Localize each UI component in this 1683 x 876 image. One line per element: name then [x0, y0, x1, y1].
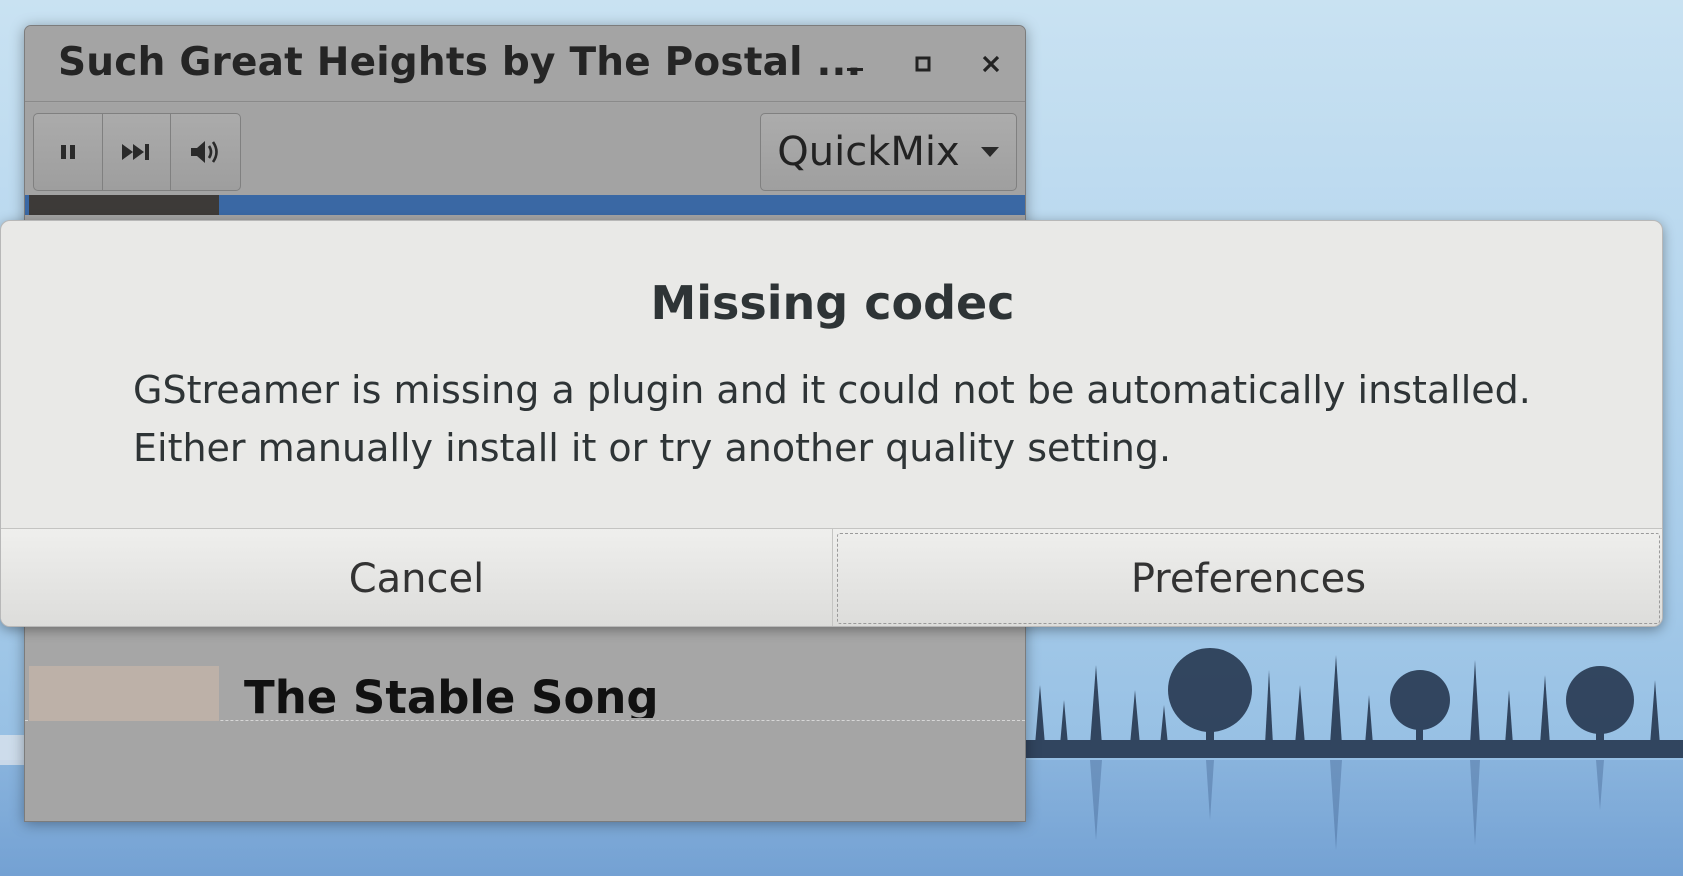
dialog-button-bar: Cancel Preferences [1, 528, 1662, 626]
dialog-title: Missing codec [650, 276, 1015, 330]
chevron-down-icon [980, 147, 999, 157]
maximize-button[interactable] [905, 46, 941, 82]
title-bar[interactable]: Such Great Heights by The Postal ... [25, 26, 1025, 102]
station-label: QuickMix [777, 129, 960, 175]
dialog-message-line: GStreamer is missing a plugin and it cou… [133, 368, 1531, 412]
preferences-button[interactable]: Preferences [833, 529, 1662, 626]
close-button[interactable] [973, 46, 1009, 82]
dialog-message-line: Either manually install it or try anothe… [133, 426, 1172, 470]
window-title: Such Great Heights by The Postal ... [58, 40, 862, 85]
skip-next-icon [121, 144, 149, 160]
song-title: The Stable Song [244, 671, 659, 718]
cancel-button[interactable]: Cancel [1, 529, 833, 626]
minimize-button[interactable] [837, 46, 873, 82]
album-art [29, 195, 219, 215]
toolbar: QuickMix [25, 103, 1025, 203]
pause-button[interactable] [34, 114, 103, 190]
song-list-item[interactable]: The Stable Song [25, 626, 1025, 721]
now-playing-row[interactable] [25, 195, 1025, 215]
dialog-message: GStreamer is missing a plugin and it cou… [133, 361, 1583, 477]
maximize-icon [915, 56, 931, 72]
pause-icon [60, 145, 75, 159]
close-icon [982, 55, 1000, 73]
station-selector[interactable]: QuickMix [760, 113, 1017, 191]
minimize-icon [847, 68, 863, 71]
volume-icon [190, 141, 218, 163]
desktop: Such Great Heights by The Postal ... Qui… [0, 0, 1683, 876]
album-art [29, 666, 219, 721]
missing-codec-dialog: Missing codec GStreamer is missing a plu… [0, 220, 1663, 627]
skip-next-button[interactable] [103, 114, 172, 190]
volume-button[interactable] [171, 114, 240, 190]
playback-controls [33, 113, 241, 191]
